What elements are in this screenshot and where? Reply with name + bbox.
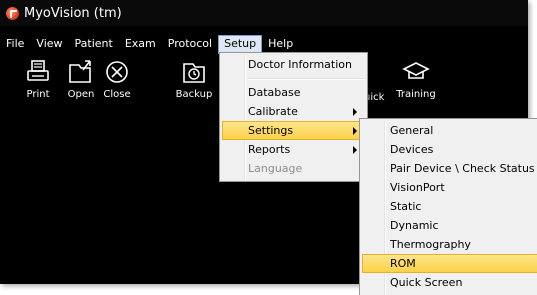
menu-item-settings[interactable]: Settings — [222, 121, 365, 140]
submenu-item-label: Devices — [390, 143, 434, 156]
menu-view[interactable]: View — [30, 35, 68, 54]
submenu-item-devices[interactable]: Devices — [362, 140, 537, 159]
printer-icon — [27, 60, 49, 81]
menu-patient[interactable]: Patient — [69, 35, 119, 54]
menu-item-label: Calibrate — [248, 105, 298, 118]
menu-item-label: Database — [248, 86, 301, 99]
submenu-item-label: Thermography — [390, 238, 471, 251]
backup-label: Backup — [175, 89, 213, 100]
menu-item-doctor-information[interactable]: Doctor Information — [222, 55, 365, 74]
menu-item-database[interactable]: Database — [222, 83, 365, 102]
window-title: MyoVision (tm) — [24, 5, 122, 21]
menu-item-label: Settings — [248, 124, 294, 137]
submenu-item-label: General — [390, 124, 434, 137]
setup-menu-dropdown: Doctor Information Database Calibrate Se… — [219, 52, 368, 182]
menu-exam[interactable]: Exam — [119, 35, 162, 54]
settings-submenu: General Devices Pair Device \ Check Stat… — [359, 118, 537, 295]
close-button[interactable]: Close — [95, 56, 139, 112]
myovision-logo-icon — [6, 6, 19, 20]
submenu-arrow-icon — [353, 127, 357, 135]
submenu-item-label: ROM — [390, 257, 416, 270]
open-folder-icon — [69, 60, 91, 83]
graduation-cap-icon — [402, 62, 430, 79]
menu-item-reports[interactable]: Reports — [222, 140, 365, 159]
close-circle-icon — [106, 61, 128, 83]
menu-item-label: Doctor Information — [248, 58, 352, 71]
print-button[interactable]: Print — [16, 56, 60, 112]
submenu-item-label: VisionPort — [390, 181, 445, 194]
menu-help[interactable]: Help — [262, 35, 299, 54]
menu-item-label: Reports — [248, 143, 291, 156]
submenu-item-visionport[interactable]: VisionPort — [362, 178, 537, 197]
training-button[interactable]: Training — [392, 56, 440, 112]
open-label: Open — [67, 89, 95, 100]
submenu-item-general[interactable]: General — [362, 121, 537, 140]
submenu-arrow-icon — [353, 146, 357, 154]
submenu-item-static[interactable]: Static — [362, 197, 537, 216]
submenu-item-label: Static — [390, 200, 422, 213]
menu-protocol[interactable]: Protocol — [162, 35, 218, 54]
title-bar: MyoVision (tm) — [0, 0, 528, 26]
menu-file[interactable]: File — [0, 35, 30, 54]
backup-clock-icon — [183, 63, 205, 83]
submenu-item-dynamic[interactable]: Dynamic — [362, 216, 537, 235]
backup-button[interactable]: Backup — [170, 56, 218, 112]
training-label: Training — [396, 89, 436, 100]
menu-item-calibrate[interactable]: Calibrate — [222, 102, 365, 121]
submenu-item-quick-screen[interactable]: Quick Screen — [362, 273, 537, 292]
submenu-item-thermography[interactable]: Thermography — [362, 235, 537, 254]
submenu-item-label: Quick Screen — [390, 276, 463, 289]
menu-bar: File View Patient Exam Protocol Setup He… — [0, 34, 528, 54]
print-label: Print — [26, 89, 50, 100]
menu-separator — [248, 78, 365, 80]
menu-item-language: Language — [222, 159, 365, 178]
submenu-item-label: Pair Device \ Check Status — [390, 162, 535, 175]
submenu-item-label: Dynamic — [390, 219, 439, 232]
submenu-item-pair-device[interactable]: Pair Device \ Check Status — [362, 159, 537, 178]
menu-setup[interactable]: Setup — [218, 34, 263, 54]
close-label: Close — [103, 89, 131, 100]
menu-item-label: Language — [248, 162, 303, 175]
submenu-item-rom[interactable]: ROM — [362, 254, 537, 273]
submenu-arrow-icon — [353, 108, 357, 116]
